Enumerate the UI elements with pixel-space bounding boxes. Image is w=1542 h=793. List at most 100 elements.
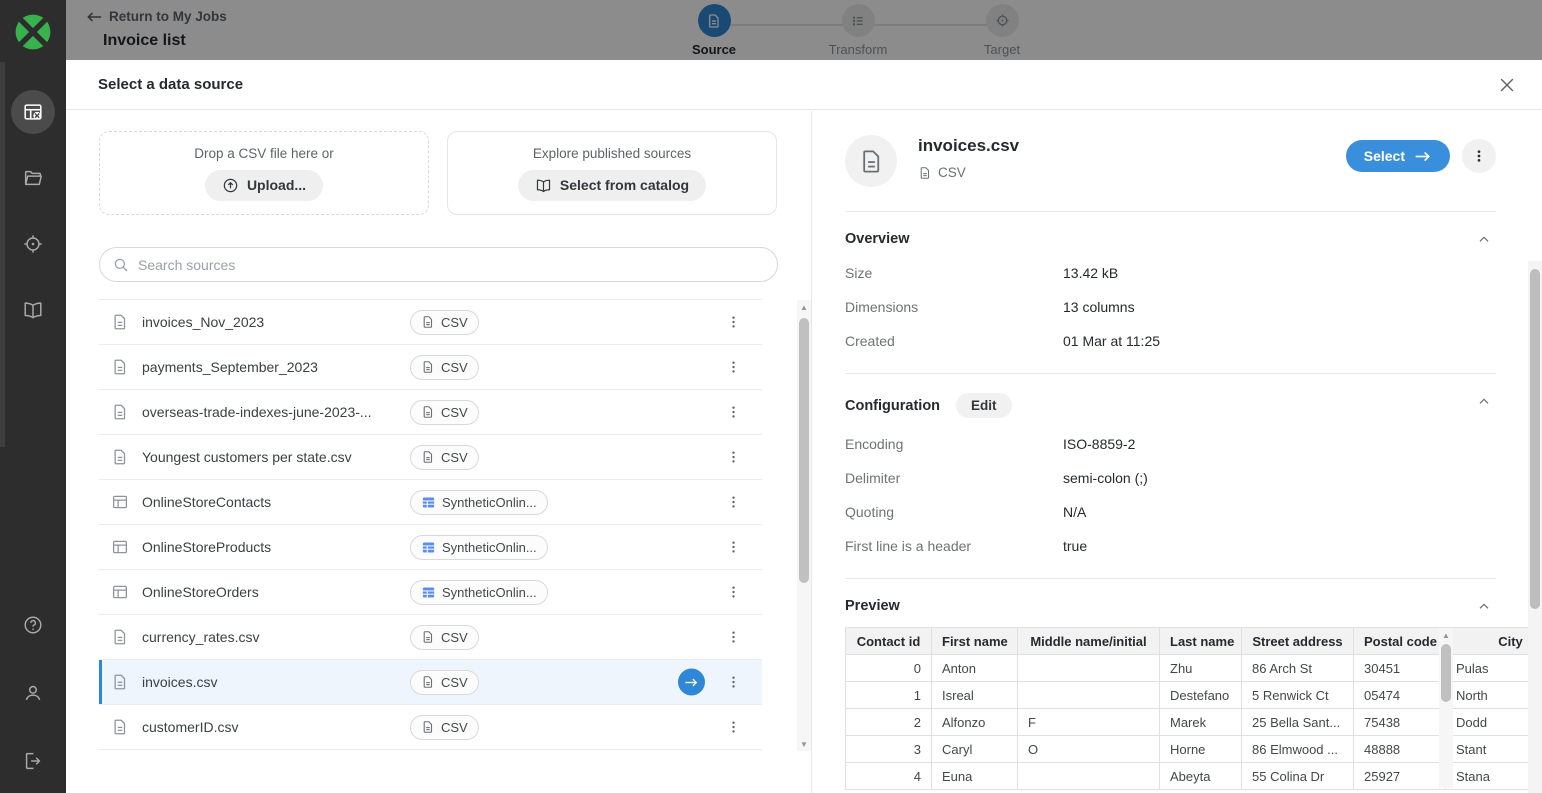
upload-button[interactable]: Upload... (205, 170, 323, 201)
source-row[interactable]: customerID.csv CSV (99, 705, 762, 750)
csv-file-icon (421, 360, 435, 374)
chevron-up-icon[interactable] (1472, 390, 1496, 414)
row-kebab-menu[interactable] (722, 579, 744, 605)
row-kebab-menu[interactable] (722, 624, 744, 650)
csv-dropzone[interactable]: Drop a CSV file here or Upload... (99, 131, 429, 215)
help-icon (22, 614, 44, 636)
column-header: Contact id (846, 628, 932, 655)
table-cell: Euna (932, 763, 1018, 790)
table-cell: 86 Arch St (1242, 655, 1354, 682)
source-row[interactable]: invoices.csvCSV (99, 660, 762, 705)
column-header: City (1446, 628, 1530, 655)
badge-label: CSV (441, 720, 468, 735)
source-row[interactable]: Youngest customers per state.csvCSV (99, 435, 762, 480)
source-type-badge: SyntheticOnlin... (410, 535, 548, 560)
kv-label: Encoding (845, 436, 1063, 452)
close-icon[interactable] (1494, 72, 1520, 98)
sidebar-item-logout[interactable] (11, 739, 55, 783)
row-kebab-menu[interactable] (722, 444, 744, 470)
detail-pane-scrollbar[interactable] (1528, 261, 1542, 793)
source-list: invoices_Nov_2023CSVpayments_September_2… (99, 299, 762, 750)
overview-section: Overview Size13.42 kBDimensions13 column… (845, 211, 1496, 363)
row-kebab-menu[interactable] (722, 399, 744, 425)
kv-row: Created01 Mar at 11:25 (845, 333, 1496, 349)
source-row[interactable]: OnlineStoreProductsSyntheticOnlin... (99, 525, 762, 570)
file-icon (111, 718, 129, 736)
scroll-down-arrow[interactable]: ▼ (797, 737, 811, 751)
file-icon (111, 673, 129, 691)
preview-table: Contact idFirst nameMiddle name/initialL… (845, 627, 1529, 790)
use-source-arrow-button[interactable] (678, 669, 705, 696)
explore-text: Explore published sources (533, 146, 691, 161)
row-kebab-menu[interactable] (722, 714, 744, 740)
sidebar-item-help[interactable] (11, 603, 55, 647)
table-cell: Abeyta (1160, 763, 1242, 790)
sidebar-item-account[interactable] (11, 671, 55, 715)
select-from-catalog-button[interactable]: Select from catalog (518, 170, 706, 201)
folder-icon (22, 167, 44, 189)
sidebar-item-folders[interactable] (11, 156, 55, 200)
preview-table-scrollbar[interactable]: ▲ (1439, 628, 1453, 788)
scroll-thumb[interactable] (1441, 644, 1451, 702)
scroll-thumb[interactable] (799, 318, 809, 583)
kv-value: 13.42 kB (1063, 265, 1118, 281)
column-header: Last name (1160, 628, 1242, 655)
source-row[interactable]: OnlineStoreContactsSyntheticOnlin... (99, 480, 762, 525)
detail-kebab-menu[interactable] (1462, 139, 1496, 173)
row-kebab-menu[interactable] (722, 489, 744, 515)
row-kebab-menu[interactable] (722, 534, 744, 560)
row-kebab-menu[interactable] (722, 309, 744, 335)
source-name: customerID.csv (142, 719, 410, 735)
preview-heading: Preview (845, 598, 900, 614)
source-row[interactable]: overseas-trade-indexes-june-2023-...CSV (99, 390, 762, 435)
table-icon (111, 583, 129, 601)
select-source-button[interactable]: Select (1346, 140, 1450, 172)
edit-configuration-button[interactable]: Edit (956, 393, 1012, 418)
source-name: Youngest customers per state.csv (142, 449, 410, 465)
preview-section: Preview Contact idFirst nameMiddle name/… (845, 578, 1496, 793)
source-row[interactable]: currency_rates.csvCSV (99, 615, 762, 660)
sidebar-item-jobs[interactable] (11, 90, 55, 134)
jobs-table-icon (22, 101, 44, 123)
chevron-up-icon[interactable] (1472, 595, 1496, 619)
table-cell: 48888 (1354, 736, 1446, 763)
source-type-badge: CSV (410, 445, 479, 470)
source-row[interactable]: invoices_Nov_2023CSV (99, 300, 762, 345)
source-row[interactable]: payments_September_2023CSV (99, 345, 762, 390)
sidebar (0, 0, 66, 793)
sidebar-item-targets[interactable] (11, 222, 55, 266)
dropzone-text: Drop a CSV file here or (194, 146, 334, 161)
upload-icon (222, 177, 239, 194)
kv-row: QuotingN/A (845, 504, 1496, 520)
source-type-badge: CSV (410, 670, 479, 695)
kv-row: Delimitersemi-colon (;) (845, 470, 1496, 486)
csv-file-icon (421, 630, 435, 644)
source-detail-pane: invoices.csv CSV Select (811, 111, 1542, 793)
source-row[interactable]: OnlineStoreOrdersSyntheticOnlin... (99, 570, 762, 615)
table-icon (111, 493, 129, 511)
target-icon (22, 233, 44, 255)
table-cell: 05474 (1354, 682, 1446, 709)
kv-label: Created (845, 333, 1063, 349)
row-kebab-menu[interactable] (722, 669, 744, 695)
file-avatar-icon (845, 135, 897, 187)
column-header: Middle name/initial (1018, 628, 1160, 655)
brand-clover-logo[interactable] (11, 10, 55, 54)
scroll-thumb[interactable] (1530, 269, 1540, 609)
badge-label: CSV (441, 360, 468, 375)
scroll-up-arrow[interactable]: ▲ (1439, 628, 1453, 642)
row-kebab-menu[interactable] (722, 354, 744, 380)
source-name: invoices_Nov_2023 (142, 314, 410, 330)
table-cell: Destefano (1160, 682, 1242, 709)
source-list-scrollbar[interactable]: ▲ ▼ (797, 300, 811, 751)
source-picker-pane: Drop a CSV file here or Upload... Explor… (66, 111, 811, 793)
badge-label: SyntheticOnlin... (442, 495, 537, 510)
synthetic-table-icon (421, 495, 436, 510)
search-sources-input[interactable] (138, 257, 765, 273)
chevron-up-icon[interactable] (1472, 228, 1496, 252)
kv-row: Dimensions13 columns (845, 299, 1496, 315)
modal-title: Select a data source (98, 76, 243, 93)
scroll-up-arrow[interactable]: ▲ (797, 300, 811, 314)
sidebar-item-catalog[interactable] (11, 288, 55, 332)
badge-label: SyntheticOnlin... (442, 585, 537, 600)
